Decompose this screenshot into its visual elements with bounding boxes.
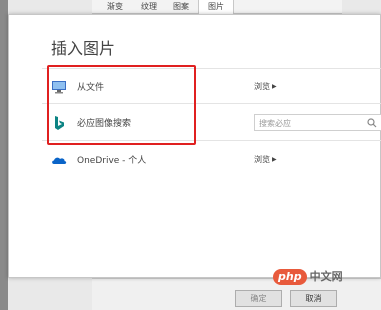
browse-label: 浏览: [254, 82, 270, 91]
background-panel-left: [0, 0, 8, 310]
browse-link-onedrive[interactable]: 浏览 ▶: [254, 154, 277, 165]
browse-link-file[interactable]: 浏览 ▶: [254, 81, 277, 92]
arrow-right-icon: ▶: [272, 83, 277, 90]
watermark-php: php: [273, 269, 307, 285]
tab-picture[interactable]: 图片: [198, 0, 234, 14]
browse-label: 浏览: [254, 155, 270, 164]
row-label-onedrive: OneDrive - 个人: [77, 156, 147, 166]
tab-texture[interactable]: 纹理: [134, 0, 164, 14]
red-highlight-box: [47, 65, 196, 145]
row-onedrive[interactable]: OneDrive - 个人 浏览 ▶: [42, 142, 381, 178]
search-placeholder: 搜索必应: [259, 119, 291, 128]
bing-search-input[interactable]: 搜索必应: [254, 114, 381, 131]
watermark-site: 中文网: [309, 270, 343, 283]
tab-gradient[interactable]: 渐变: [98, 0, 132, 14]
arrow-right-icon: ▶: [272, 156, 277, 163]
cancel-button[interactable]: 取消: [290, 290, 337, 307]
search-icon[interactable]: [367, 118, 377, 128]
dialog-title: 插入图片: [51, 39, 116, 58]
ok-button[interactable]: 确定: [235, 290, 282, 307]
watermark-logo: php 中文网: [273, 268, 343, 286]
onedrive-cloud-icon: [52, 157, 67, 164]
tab-pattern[interactable]: 图案: [166, 0, 196, 14]
insert-picture-dialog: 插入图片 从文件 浏览 ▶ 必应图像搜索 搜索必应 OneDrive - 个人 …: [8, 14, 381, 278]
